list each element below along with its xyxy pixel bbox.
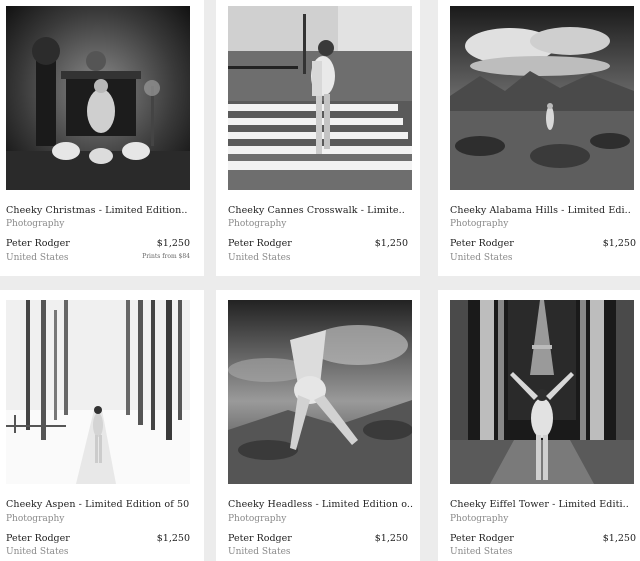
artist-name[interactable]: Peter Rodger <box>228 533 292 544</box>
artwork-grid: Cheeky Christmas - Limited Edition.. Pho… <box>0 0 640 561</box>
artist-country: United States <box>228 547 291 557</box>
artwork-category: Photography <box>450 219 509 229</box>
artwork-image[interactable] <box>450 300 634 484</box>
artwork-card[interactable]: Cheeky Headless - Limited Edition o.. Ph… <box>216 290 420 561</box>
artist-name[interactable]: Peter Rodger <box>228 238 292 249</box>
artwork-title[interactable]: Cheeky Headless - Limited Edition o.. <box>228 499 413 510</box>
artist-country: United States <box>450 547 513 557</box>
artwork-price: $1,250 <box>156 238 190 249</box>
artist-name[interactable]: Peter Rodger <box>6 533 70 544</box>
artwork-title[interactable]: Cheeky Christmas - Limited Edition.. <box>6 205 188 216</box>
artwork-card[interactable]: Cheeky Cannes Crosswalk - Limite.. Photo… <box>216 0 420 276</box>
prints-from-label[interactable]: Prints from $84 <box>142 253 190 260</box>
artist-country: United States <box>6 547 69 557</box>
artist-country: United States <box>6 253 69 263</box>
artwork-price: $1,250 <box>602 238 636 249</box>
artwork-image[interactable] <box>228 300 412 484</box>
artist-country: United States <box>228 253 291 263</box>
artwork-card[interactable]: Cheeky Eiffel Tower - Limited Editi.. Ph… <box>438 290 640 561</box>
artwork-image[interactable] <box>450 6 634 190</box>
artwork-image[interactable] <box>228 6 412 190</box>
artwork-price: $1,250 <box>156 533 190 544</box>
artwork-category: Photography <box>228 514 287 524</box>
artist-name[interactable]: Peter Rodger <box>6 238 70 249</box>
artwork-card[interactable]: Cheeky Alabama Hills - Limited Edi.. Pho… <box>438 0 640 276</box>
artwork-card[interactable]: Cheeky Aspen - Limited Edition of 50 Pho… <box>0 290 204 561</box>
artwork-title[interactable]: Cheeky Alabama Hills - Limited Edi.. <box>450 205 631 216</box>
artwork-category: Photography <box>228 219 287 229</box>
artwork-category: Photography <box>6 219 65 229</box>
artist-country: United States <box>450 253 513 263</box>
artwork-price: $1,250 <box>374 238 408 249</box>
artwork-price: $1,250 <box>602 533 636 544</box>
artist-name[interactable]: Peter Rodger <box>450 533 514 544</box>
artist-name[interactable]: Peter Rodger <box>450 238 514 249</box>
artwork-price: $1,250 <box>374 533 408 544</box>
artwork-category: Photography <box>6 514 65 524</box>
artwork-image[interactable] <box>6 6 190 190</box>
artwork-title[interactable]: Cheeky Aspen - Limited Edition of 50 <box>6 499 189 510</box>
artwork-title[interactable]: Cheeky Eiffel Tower - Limited Editi.. <box>450 499 629 510</box>
artwork-category: Photography <box>450 514 509 524</box>
artwork-card[interactable]: Cheeky Christmas - Limited Edition.. Pho… <box>0 0 204 276</box>
artwork-image[interactable] <box>6 300 190 484</box>
artwork-title[interactable]: Cheeky Cannes Crosswalk - Limite.. <box>228 205 405 216</box>
